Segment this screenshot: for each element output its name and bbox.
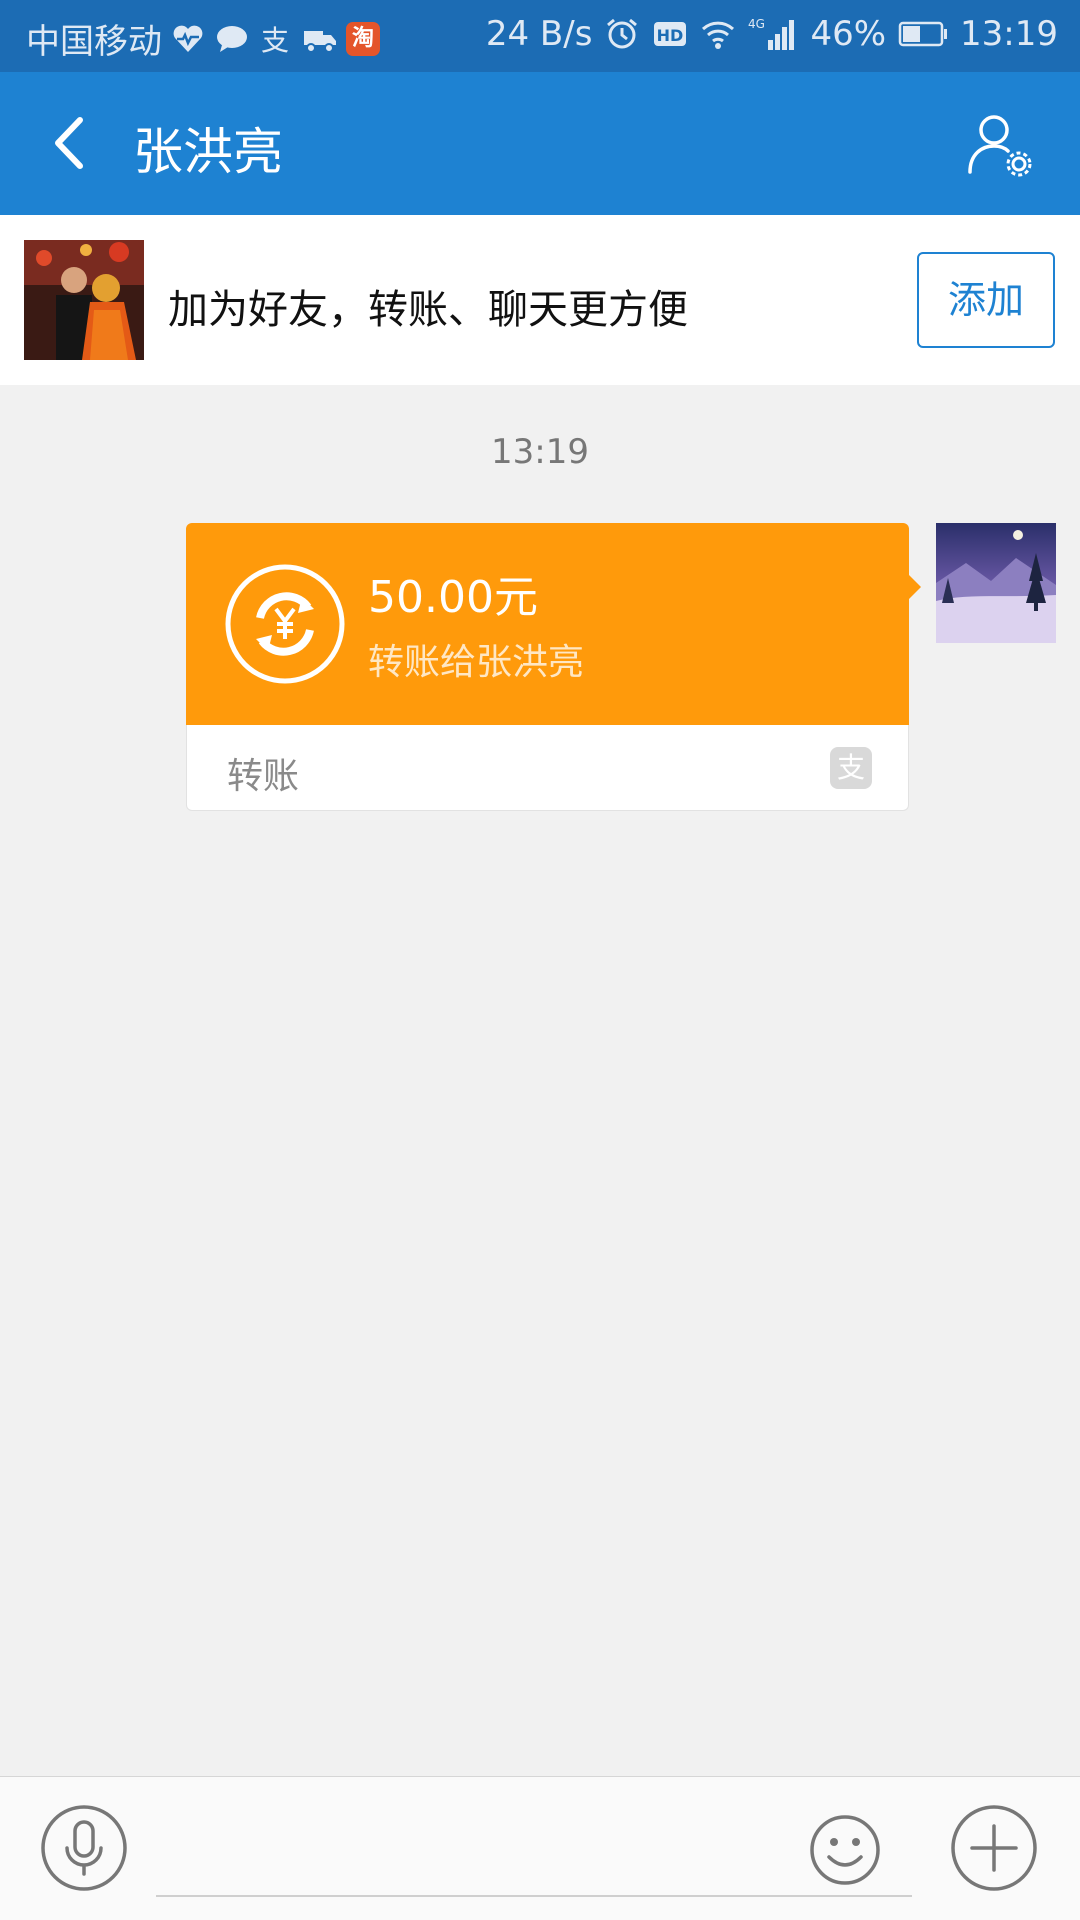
battery-percent: 46% — [810, 14, 887, 54]
svg-text:支: 支 — [261, 24, 289, 57]
chat-title: 张洪亮 — [133, 123, 283, 181]
battery-icon — [898, 21, 948, 47]
emoji-icon[interactable] — [808, 1813, 882, 1887]
contact-settings-icon[interactable] — [964, 110, 1036, 182]
alipay-icon: 支 — [261, 24, 289, 57]
hd-voice-icon: HD — [654, 22, 687, 46]
message-input[interactable] — [156, 1807, 912, 1897]
alipay-logo-icon: 支 — [830, 747, 872, 789]
message-bubble-icon — [217, 25, 247, 52]
signal-4g-icon: 4G — [748, 17, 795, 50]
my-avatar[interactable] — [936, 523, 1056, 643]
add-friend-banner: 加为好友，转账、聊天更方便 添加 — [0, 215, 1080, 385]
transfer-description: 转账给张洪亮 — [368, 642, 585, 683]
transfer-card-footer: 转账 支 — [186, 725, 909, 811]
clock: 13:19 — [960, 14, 1058, 54]
taobao-icon: 淘 — [346, 21, 380, 56]
transfer-card-header: 50.00元 转账给张洪亮 — [186, 523, 909, 725]
more-options-plus-icon[interactable] — [950, 1804, 1038, 1892]
message-timestamp: 13:19 — [491, 432, 589, 472]
transfer-message-card[interactable]: 50.00元 转账给张洪亮 转账 支 — [186, 523, 921, 811]
delivery-truck-icon — [304, 30, 336, 53]
svg-text:HD: HD — [657, 26, 684, 45]
status-bar: 中国移动 支 淘 24 B/s HD 4G 46% 13:19 — [0, 0, 1080, 72]
alarm-clock-icon — [607, 18, 638, 49]
add-friend-prompt: 加为好友，转账、聊天更方便 — [168, 287, 688, 333]
net-speed: 24 B/s — [485, 14, 593, 54]
bubble-pointer — [907, 573, 921, 601]
add-friend-button[interactable]: 添加 — [917, 252, 1055, 348]
voice-input-icon[interactable] — [40, 1804, 128, 1892]
transfer-yuan-icon — [225, 564, 345, 684]
wifi-icon — [702, 21, 735, 49]
contact-avatar[interactable] — [24, 240, 144, 360]
carrier-label: 中国移动 — [26, 22, 162, 62]
back-arrow-icon[interactable] — [36, 108, 106, 178]
chat-input-bar — [0, 1776, 1080, 1920]
transfer-footer-label: 转账 — [227, 756, 300, 797]
health-heart-icon — [173, 25, 203, 52]
app-bar: 张洪亮 — [0, 72, 1080, 215]
transfer-amount: 50.00元 — [368, 572, 538, 623]
svg-text:4G: 4G — [748, 17, 765, 31]
